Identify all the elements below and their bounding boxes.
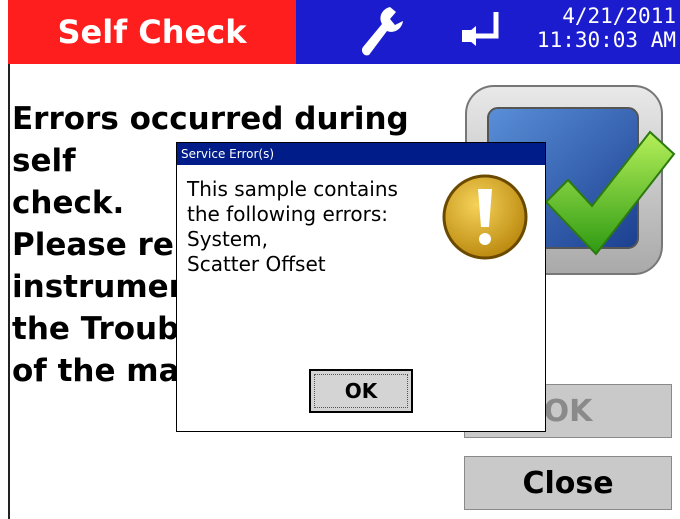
warning-icon <box>441 173 529 261</box>
dialog-title: Service Error(s) <box>177 143 545 165</box>
datetime: 4/21/2011 11:30:03 AM <box>537 4 676 52</box>
wrench-icon[interactable] <box>360 5 406 59</box>
exit-icon[interactable] <box>460 8 506 56</box>
page-title: Self Check <box>8 0 296 64</box>
service-error-dialog: Service Error(s) This sample contains th… <box>176 142 546 432</box>
header: Self Check 4/21/2011 11:30:03 AM <box>8 0 680 64</box>
date-text: 4/21/2011 <box>562 4 676 28</box>
header-bar: 4/21/2011 11:30:03 AM <box>296 0 680 64</box>
dialog-message: This sample contains the following error… <box>187 177 398 276</box>
time-text: 11:30:03 AM <box>536 28 676 52</box>
dialog-ok-button[interactable]: OK <box>309 369 413 413</box>
close-button[interactable]: Close <box>464 456 672 510</box>
